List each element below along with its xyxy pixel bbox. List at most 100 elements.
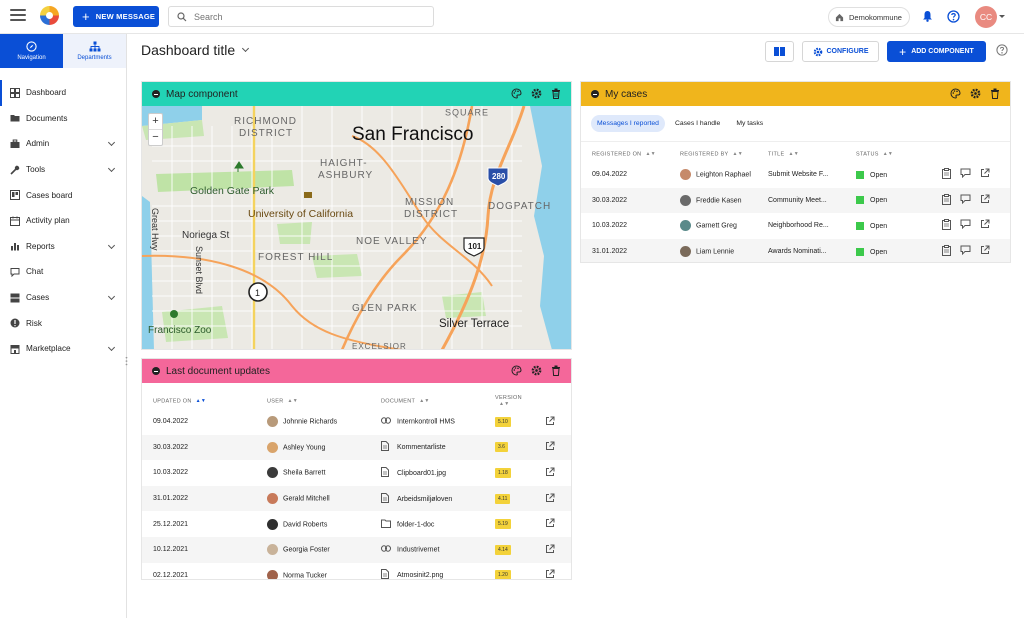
column-header-title[interactable]: TITLE ▲▼	[757, 146, 845, 162]
tab-departments[interactable]: Departments	[63, 34, 126, 68]
collapse-icon[interactable]	[152, 90, 160, 98]
table-row[interactable]: 10.12.2021 Georgia Foster Industrivernet 4.…	[142, 536, 571, 563]
table-row[interactable]: 09.04.2022 Johnnie Richards Internkontroll…	[142, 409, 571, 435]
tab-cases-handle[interactable]: Cases I handle	[669, 115, 726, 132]
menu-icon[interactable]	[10, 9, 26, 23]
cell-title[interactable]: Community Meet...	[757, 187, 845, 214]
palette-icon[interactable]	[950, 88, 961, 99]
add-component-button[interactable]: + ADD COMPONENT	[887, 41, 986, 62]
search-box[interactable]	[168, 6, 434, 27]
tab-my-tasks[interactable]: My tasks	[730, 115, 769, 132]
chat-icon[interactable]	[960, 168, 971, 181]
column-header-document[interactable]: DOCUMENT ▲▼	[370, 393, 484, 409]
gear-icon[interactable]	[531, 365, 542, 376]
cell-actions	[534, 536, 571, 563]
sidebar-item-cases[interactable]: Cases	[0, 285, 126, 311]
configure-button[interactable]: CONFIGURE	[802, 41, 879, 62]
sidebar-item-cases-board[interactable]: Cases board	[0, 182, 126, 208]
search-input[interactable]	[194, 11, 414, 22]
table-row[interactable]: 10.03.2022 Sheila Barrett Clipboard01.jpg 1…	[142, 460, 571, 486]
gear-icon[interactable]	[970, 88, 981, 99]
cell-document[interactable]: Atmosinit2.png	[370, 563, 484, 579]
cell-actions	[534, 485, 571, 512]
column-header-registered-on[interactable]: REGISTERED ON ▲▼	[581, 146, 669, 162]
trash-icon[interactable]	[551, 365, 561, 376]
sidebar-item-tools[interactable]: Tools	[0, 157, 126, 183]
sidebar-item-admin[interactable]: Admin	[0, 131, 126, 157]
tab-navigation[interactable]: Navigation	[0, 34, 63, 68]
column-header-version[interactable]: VERSION▲▼	[484, 393, 534, 409]
cell-document[interactable]: Arbeidsmiljøloven	[370, 485, 484, 512]
cell-document[interactable]: Industrivernet	[370, 536, 484, 563]
external-link-icon[interactable]	[545, 518, 555, 530]
zoom-out-button[interactable]: −	[149, 130, 162, 146]
external-link-icon[interactable]	[545, 467, 555, 479]
cell-document[interactable]: Clipboard01.jpg	[370, 460, 484, 486]
gear-icon[interactable]	[531, 88, 542, 99]
map-view[interactable]: San Francisco RICHMOND DISTRICT HAIGHT- …	[142, 106, 571, 350]
column-header-user[interactable]: USER ▲▼	[256, 393, 370, 409]
sidebar-item-dashboard[interactable]: Dashboard	[0, 80, 126, 106]
chat-icon[interactable]	[960, 245, 971, 258]
table-row[interactable]: 25.12.2021 David Roberts folder-1-doc 5.19	[142, 511, 571, 537]
trash-icon[interactable]	[551, 88, 561, 99]
external-link-icon[interactable]	[545, 416, 555, 428]
help-icon[interactable]	[947, 10, 960, 23]
cell-document[interactable]: Internkontroll HMS	[370, 409, 484, 435]
dashboard-title[interactable]: Dashboard title	[141, 42, 250, 58]
user-avatar[interactable]: CC	[975, 6, 1005, 28]
sidebar-resize-handle[interactable]	[125, 356, 128, 366]
sidebar-item-marketplace[interactable]: Marketplace	[0, 336, 126, 362]
collapse-icon[interactable]	[152, 367, 160, 375]
user-name: Georgia Foster	[283, 546, 330, 554]
sidebar-item-documents[interactable]: Documents	[0, 106, 126, 132]
cell-title[interactable]: Neighborhood Re...	[757, 213, 845, 239]
cell-document[interactable]: folder-1-doc	[370, 511, 484, 537]
table-row[interactable]: 31.01.2022 Gerald Mitchell Arbeidsmiljølov…	[142, 485, 571, 512]
external-link-icon[interactable]	[545, 569, 555, 579]
sidebar-item-activity-plan[interactable]: Activity plan	[0, 208, 126, 234]
tab-messages-reported[interactable]: Messages I reported	[591, 115, 665, 132]
table-row[interactable]: 31.01.2022 Liam Lennie Awards Nominati... O…	[581, 238, 1010, 262]
column-header-registered-by[interactable]: REGISTERED BY ▲▼	[669, 146, 757, 162]
table-row[interactable]: 30.03.2022 Freddie Kasen Community Meet...…	[581, 187, 1010, 214]
table-row[interactable]: 09.04.2022 Leighton Raphael Submit Website…	[581, 162, 1010, 188]
cell-title[interactable]: Submit Website F...	[757, 162, 845, 188]
map-canvas[interactable]: San Francisco RICHMOND DISTRICT HAIGHT- …	[142, 106, 571, 350]
column-header-status[interactable]: STATUS ▲▼	[845, 146, 931, 162]
chat-icon[interactable]	[960, 219, 971, 232]
map-cluster-marker[interactable]: 1	[248, 282, 268, 302]
external-link-icon[interactable]	[545, 441, 555, 453]
new-message-button[interactable]: + NEW MESSAGE	[73, 6, 159, 27]
trash-icon[interactable]	[990, 88, 1000, 99]
table-row[interactable]: 02.12.2021 Norma Tucker Atmosinit2.png 1.20	[142, 563, 571, 579]
help-icon[interactable]	[996, 44, 1008, 56]
bell-icon[interactable]	[922, 10, 933, 22]
column-header-updated-on[interactable]: UPDATED ON ▲▼	[142, 393, 256, 409]
cell-title[interactable]: Awards Nominati...	[757, 238, 845, 262]
sidebar-item-risk[interactable]: Risk	[0, 310, 126, 336]
cell-document[interactable]: Kommentarliste	[370, 434, 484, 461]
clipboard-icon[interactable]	[942, 219, 951, 232]
zoom-in-button[interactable]: +	[149, 114, 162, 130]
sidebar-item-chat[interactable]: Chat	[0, 259, 126, 285]
external-link-icon[interactable]	[545, 493, 555, 505]
external-link-icon[interactable]	[980, 194, 990, 207]
table-row[interactable]: 30.03.2022 Ashley Young Kommentarliste 3.6	[142, 434, 571, 461]
sidebar-item-reports[interactable]: Reports	[0, 234, 126, 260]
chat-icon[interactable]	[960, 194, 971, 207]
clipboard-icon[interactable]	[942, 193, 951, 207]
palette-icon[interactable]	[511, 88, 522, 99]
organization-selector[interactable]: Demokommune	[828, 7, 910, 27]
palette-icon[interactable]	[511, 365, 522, 376]
clipboard-icon[interactable]	[942, 168, 951, 181]
clipboard-icon[interactable]	[942, 245, 951, 258]
external-link-icon[interactable]	[980, 168, 990, 181]
external-link-icon[interactable]	[980, 219, 990, 232]
layout-toggle-button[interactable]	[765, 41, 794, 62]
external-link-icon[interactable]	[980, 245, 990, 258]
collapse-icon[interactable]	[591, 90, 599, 98]
external-link-icon[interactable]	[545, 544, 555, 556]
app-logo[interactable]	[40, 6, 59, 25]
table-row[interactable]: 10.03.2022 Garnett Greg Neighborhood Re...…	[581, 213, 1010, 239]
